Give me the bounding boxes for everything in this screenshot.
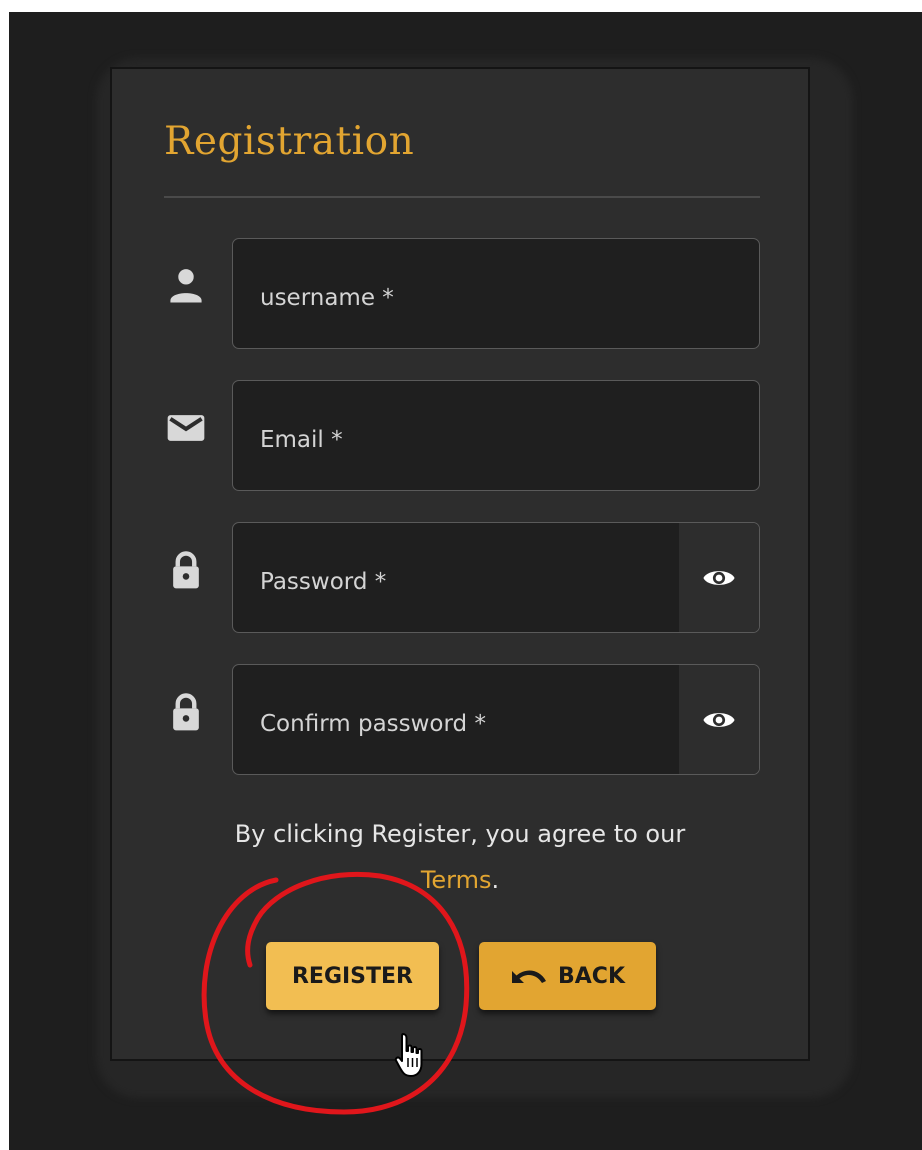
password-visibility-toggle[interactable]: [679, 523, 759, 632]
register-button-label: REGISTER: [291, 963, 414, 989]
confirm-password-visibility-toggle[interactable]: [679, 665, 759, 774]
password-row: [164, 522, 760, 634]
register-button[interactable]: REGISTER: [266, 942, 439, 1010]
lock-icon: [173, 693, 199, 731]
eye-icon: [703, 712, 735, 727]
email-row: [164, 380, 760, 492]
form-title: Registration: [164, 119, 415, 164]
email-input[interactable]: [233, 381, 759, 490]
eye-icon: [703, 570, 735, 585]
terms-text: By clicking Register, you agree to our: [234, 820, 686, 848]
terms-link[interactable]: Terms: [421, 866, 492, 894]
username-input[interactable]: [233, 239, 759, 348]
email-field: [232, 380, 760, 491]
mail-icon: [167, 415, 205, 441]
lock-icon: [173, 551, 199, 589]
terms-suffix: .: [491, 866, 500, 894]
person-icon: [170, 269, 202, 303]
password-input[interactable]: [233, 523, 679, 632]
registration-card: Registration username * Email * By click…: [110, 67, 810, 1061]
title-divider: [164, 196, 760, 198]
username-row: [164, 238, 760, 350]
back-button-label: BACK: [558, 963, 625, 989]
hand-cursor-icon: [394, 1033, 423, 1077]
confirm-password-field: [232, 664, 760, 775]
confirm-password-row: [164, 664, 760, 776]
username-field: [232, 238, 760, 349]
password-field: [232, 522, 760, 633]
undo-icon: [512, 970, 546, 983]
confirm-password-input[interactable]: [233, 665, 679, 774]
terms-notice: By clicking Register, you agree to our T…: [112, 811, 808, 903]
back-button[interactable]: BACK: [479, 942, 656, 1010]
